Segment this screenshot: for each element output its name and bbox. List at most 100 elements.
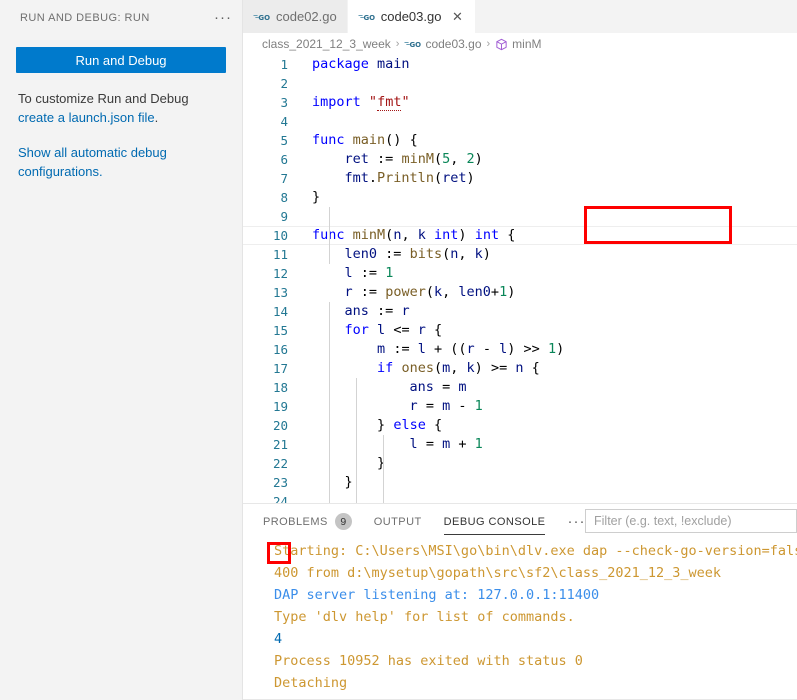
line-number: 21 — [272, 437, 288, 452]
show-automatic-configs-link[interactable]: Show all automatic debug configurations. — [18, 143, 224, 181]
run-and-debug-button[interactable]: Run and Debug — [16, 47, 226, 73]
tab-code02-go[interactable]: GO code02.go — [243, 0, 348, 33]
code-line: 16 m := l + ((r - l) >> 1) — [243, 340, 797, 359]
code-line: 10 func minM(n, k int) int { — [243, 226, 797, 245]
code-line: 11 len0 := bits(n, k) — [243, 245, 797, 264]
sidebar-more-actions-button[interactable]: ··· — [212, 8, 234, 28]
line-number: 16 — [272, 342, 288, 357]
go-file-icon: GO — [404, 38, 421, 50]
console-line: Detaching — [274, 675, 348, 691]
code-line: 20 } else { — [243, 416, 797, 435]
customize-hint: To customize Run and Debug create a laun… — [18, 89, 224, 127]
breadcrumb-separator-icon: › — [395, 38, 400, 50]
line-number: 22 — [272, 456, 288, 471]
indent-guide — [383, 435, 384, 473]
line-content: if ones(m, k) >= n { — [377, 360, 540, 376]
line-content: for l <= r { — [344, 322, 443, 338]
code-line: 23 } — [243, 473, 797, 492]
line-number: 4 — [280, 114, 288, 129]
line-content: package main — [312, 56, 410, 72]
line-content: } — [344, 474, 353, 490]
line-number: 11 — [272, 247, 288, 262]
line-content: r = m - 1 — [409, 398, 483, 414]
line-number: 23 — [272, 475, 288, 490]
go-file-icon: GO — [358, 11, 375, 23]
customize-hint-suffix: . — [154, 110, 159, 125]
line-number: 1 — [280, 57, 288, 72]
sidebar-header: RUN AND DEBUG: RUN ··· — [0, 0, 242, 35]
close-icon[interactable]: ✕ — [449, 9, 465, 25]
line-content: } — [312, 189, 321, 205]
line-number: 19 — [272, 399, 288, 414]
console-line: DAP server listening at: 127.0.0.1:11400 — [274, 587, 600, 603]
code-line: 21 l = m + 1 — [243, 435, 797, 454]
line-content: r := power(k, len0+1) — [344, 284, 516, 300]
code-line: 15 for l <= r { — [243, 321, 797, 340]
line-content: } — [377, 455, 386, 471]
svg-text:GO: GO — [258, 13, 270, 21]
tab-label: code03.go — [380, 9, 442, 24]
go-file-icon: GO — [253, 11, 270, 23]
panel-more-tabs-button[interactable]: ··· — [567, 514, 585, 529]
line-content: import "fmt" — [312, 94, 410, 111]
console-line: 4 — [274, 631, 283, 647]
line-content: fmt.Println(ret) — [344, 170, 475, 186]
tab-problems[interactable]: PROBLEMS 9 — [263, 508, 352, 535]
panel-tab-label: PROBLEMS — [263, 515, 328, 528]
indent-guide — [383, 473, 384, 503]
code-line: 6 ret := minM(5, 2) — [243, 150, 797, 169]
code-line: 8} — [243, 188, 797, 207]
tab-code03-go[interactable]: GO code03.go ✕ — [347, 0, 477, 33]
panel-tab-label: OUTPUT — [373, 515, 422, 528]
create-launch-json-link[interactable]: create a launch.json file — [18, 110, 155, 125]
breadcrumb-folder[interactable]: class_2021_12_3_week — [262, 37, 391, 51]
code-line: 18 ans = m — [243, 378, 797, 397]
code-line: 24 — [243, 492, 797, 503]
code-line: 17 if ones(m, k) >= n { — [243, 359, 797, 378]
code-line: 14 ans := r — [243, 302, 797, 321]
line-content: l := 1 — [344, 265, 394, 281]
code-line: 5 func main() { — [243, 131, 797, 150]
line-number: 10 — [272, 228, 288, 243]
svg-text:GO: GO — [363, 13, 375, 21]
line-number: 18 — [272, 380, 288, 395]
breadcrumb-symbol[interactable]: minM — [495, 37, 542, 51]
line-content: func main() { — [312, 132, 418, 148]
console-line: 400 from d:\mysetup\gopath\src\sf2\class… — [274, 565, 722, 581]
vscode-window: RUN AND DEBUG: RUN ··· Run and Debug To … — [0, 0, 797, 700]
code-editor[interactable]: 1 package main 2 3 import "fmt" 4 5 func main()… — [243, 55, 797, 503]
code-line: 3 import "fmt" — [243, 93, 797, 112]
line-content: ans = m — [409, 379, 467, 395]
tab-output[interactable]: OUTPUT — [374, 508, 422, 535]
line-number: 7 — [280, 171, 288, 186]
customize-hint-prefix: To customize Run and Debug — [18, 91, 189, 106]
method-cube-icon — [495, 38, 508, 51]
line-number: 24 — [272, 494, 288, 503]
sidebar-title: RUN AND DEBUG: RUN — [20, 11, 150, 24]
editor-area: GO code02.go GO code03.go ✕ class_2021_1… — [243, 0, 797, 700]
line-number: 12 — [272, 266, 288, 281]
code-line: 12 l := 1 — [243, 264, 797, 283]
code-line: 13 r := power(k, len0+1) — [243, 283, 797, 302]
panel-tab-label: DEBUG CONSOLE — [443, 515, 546, 528]
problems-count-badge: 9 — [334, 513, 352, 530]
line-number: 5 — [280, 133, 288, 148]
code-line: 7 fmt.Println(ret) — [243, 169, 797, 188]
line-number: 9 — [280, 209, 288, 224]
debug-console-filter-input[interactable]: Filter (e.g. text, !exclude) — [585, 509, 797, 533]
filter-placeholder: Filter (e.g. text, !exclude) — [594, 514, 732, 528]
console-line: Process 10952 has exited with status 0 — [274, 653, 583, 669]
panel-tab-bar: PROBLEMS 9 OUTPUT DEBUG CONSOLE ··· Filt… — [243, 504, 797, 539]
breadcrumb: class_2021_12_3_week › GO code03.go › mi… — [243, 33, 797, 55]
code-line: 19 r = m - 1 — [243, 397, 797, 416]
line-number: 2 — [280, 76, 288, 91]
debug-console-output[interactable]: Starting: C:\Users\MSI\go\bin\dlv.exe da… — [243, 539, 797, 700]
code-line: 1 package main — [243, 55, 797, 74]
svg-text:GO: GO — [410, 41, 422, 49]
breadcrumb-symbol-label: minM — [512, 37, 542, 51]
code-line: 2 — [243, 74, 797, 93]
tab-debug-console[interactable]: DEBUG CONSOLE — [443, 508, 546, 535]
breadcrumb-file[interactable]: GO code03.go — [404, 37, 482, 51]
line-number: 20 — [272, 418, 288, 433]
code-line: 4 — [243, 112, 797, 131]
